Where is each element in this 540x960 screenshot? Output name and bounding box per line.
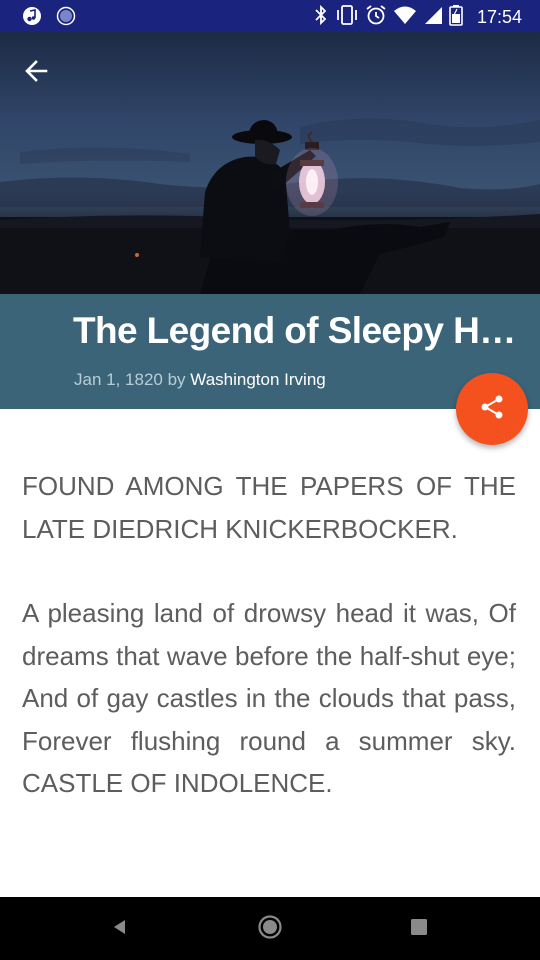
music-note-icon — [22, 6, 42, 30]
article-meta: Jan 1, 1820 by Washington Irving — [74, 370, 326, 390]
status-right-icons: 17:54 — [313, 4, 522, 30]
hero-image — [0, 32, 540, 294]
status-time: 17:54 — [476, 6, 522, 27]
status-left-icons — [22, 6, 76, 30]
system-nav-bar — [0, 897, 540, 960]
vibrate-icon — [335, 4, 359, 30]
article-title: The Legend of Sleepy Hollow — [73, 310, 525, 351]
article-author[interactable]: Washington Irving — [190, 370, 325, 389]
nav-home-button[interactable] — [250, 909, 290, 949]
signal-icon — [423, 5, 443, 29]
status-bar: 17:54 — [0, 0, 540, 32]
article-paragraph: FOUND AMONG THE PAPERS OF THE LATE DIEDR… — [22, 471, 516, 544]
nav-recents-button[interactable] — [399, 909, 439, 949]
bluetooth-icon — [313, 4, 329, 30]
article-date: Jan 1, 1820 — [74, 370, 163, 389]
share-button[interactable] — [456, 373, 528, 445]
nav-home-icon — [257, 914, 283, 944]
app-screen: 17:54 The Legend of Sleepy Hollow Jan 1,… — [0, 0, 540, 960]
arrow-left-icon — [24, 58, 50, 88]
back-button[interactable] — [16, 52, 58, 94]
rider-with-lantern-illustration — [0, 118, 540, 294]
nav-back-icon — [110, 917, 130, 941]
wifi-icon — [393, 5, 417, 29]
circle-app-icon — [56, 6, 76, 30]
nav-back-button[interactable] — [100, 909, 140, 949]
nav-recents-icon — [410, 918, 428, 940]
article-paragraph: A pleasing land of drowsy head it was, O… — [22, 598, 516, 798]
battery-icon — [449, 4, 463, 30]
share-icon — [478, 393, 506, 425]
article-body: FOUND AMONG THE PAPERS OF THE LATE DIEDR… — [22, 465, 516, 847]
by-label: by — [167, 370, 186, 389]
alarm-icon — [365, 4, 387, 30]
